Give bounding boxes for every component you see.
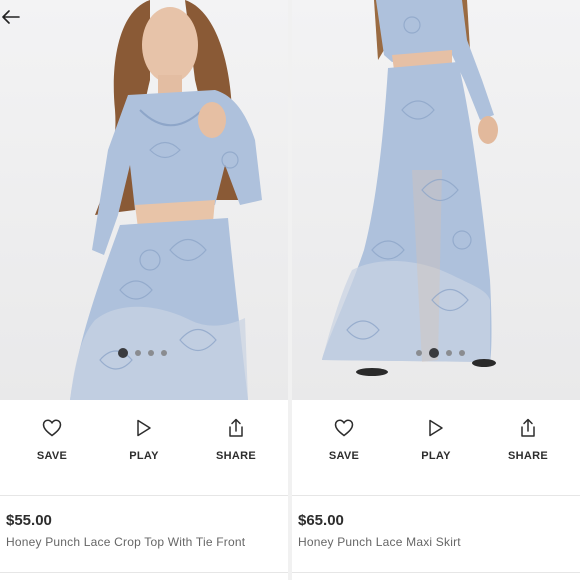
action-bar: SAVE PLAY SHARE xyxy=(0,416,288,480)
carousel-dot[interactable] xyxy=(459,350,465,356)
product-image-crop-top[interactable] xyxy=(0,0,288,400)
play-triangle-icon xyxy=(132,416,156,440)
section-divider xyxy=(292,495,580,496)
carousel-indicator[interactable] xyxy=(118,348,167,358)
product-name[interactable]: Honey Punch Lace Crop Top With Tie Front xyxy=(6,535,245,549)
section-divider xyxy=(292,572,580,573)
carousel-dot[interactable] xyxy=(446,350,452,356)
share-button[interactable]: SHARE xyxy=(206,416,266,462)
product-price: $65.00 xyxy=(298,512,344,529)
carousel-dot[interactable] xyxy=(148,350,154,356)
play-button[interactable]: PLAY xyxy=(114,416,174,462)
share-upload-icon xyxy=(516,416,540,440)
carousel-dot[interactable] xyxy=(135,350,141,356)
carousel-dot[interactable] xyxy=(161,350,167,356)
product-price: $55.00 xyxy=(6,512,52,529)
carousel-dot[interactable] xyxy=(118,348,128,358)
arrow-left-icon xyxy=(2,10,20,24)
carousel-dot[interactable] xyxy=(416,350,422,356)
play-triangle-icon xyxy=(424,416,448,440)
heart-outline-icon xyxy=(40,416,64,440)
model-photo-maxi-skirt xyxy=(322,0,498,376)
save-button[interactable]: SAVE xyxy=(22,416,82,462)
play-button[interactable]: PLAY xyxy=(406,416,466,462)
save-button[interactable]: SAVE xyxy=(314,416,374,462)
section-divider xyxy=(0,572,288,573)
product-image-maxi-skirt[interactable] xyxy=(292,0,580,400)
action-bar: SAVE PLAY SHARE xyxy=(292,416,580,480)
share-button[interactable]: SHARE xyxy=(498,416,558,462)
heart-outline-icon xyxy=(332,416,356,440)
save-label: SAVE xyxy=(36,450,68,462)
section-divider xyxy=(0,495,288,496)
back-button[interactable] xyxy=(2,10,24,32)
save-label: SAVE xyxy=(328,450,360,462)
product-card-crop-top: SAVE PLAY SHARE $55.00 Honey Punch Lace … xyxy=(0,0,288,580)
share-upload-icon xyxy=(224,416,248,440)
share-label: SHARE xyxy=(507,450,548,462)
carousel-indicator[interactable] xyxy=(416,348,465,358)
play-label: PLAY xyxy=(421,450,451,462)
model-photo-crop-top xyxy=(70,0,262,400)
product-card-maxi-skirt: SAVE PLAY SHARE $65.00 Honey Punch Lace … xyxy=(292,0,580,580)
share-label: SHARE xyxy=(215,450,256,462)
play-label: PLAY xyxy=(129,450,159,462)
product-name[interactable]: Honey Punch Lace Maxi Skirt xyxy=(298,535,461,549)
carousel-dot[interactable] xyxy=(429,348,439,358)
